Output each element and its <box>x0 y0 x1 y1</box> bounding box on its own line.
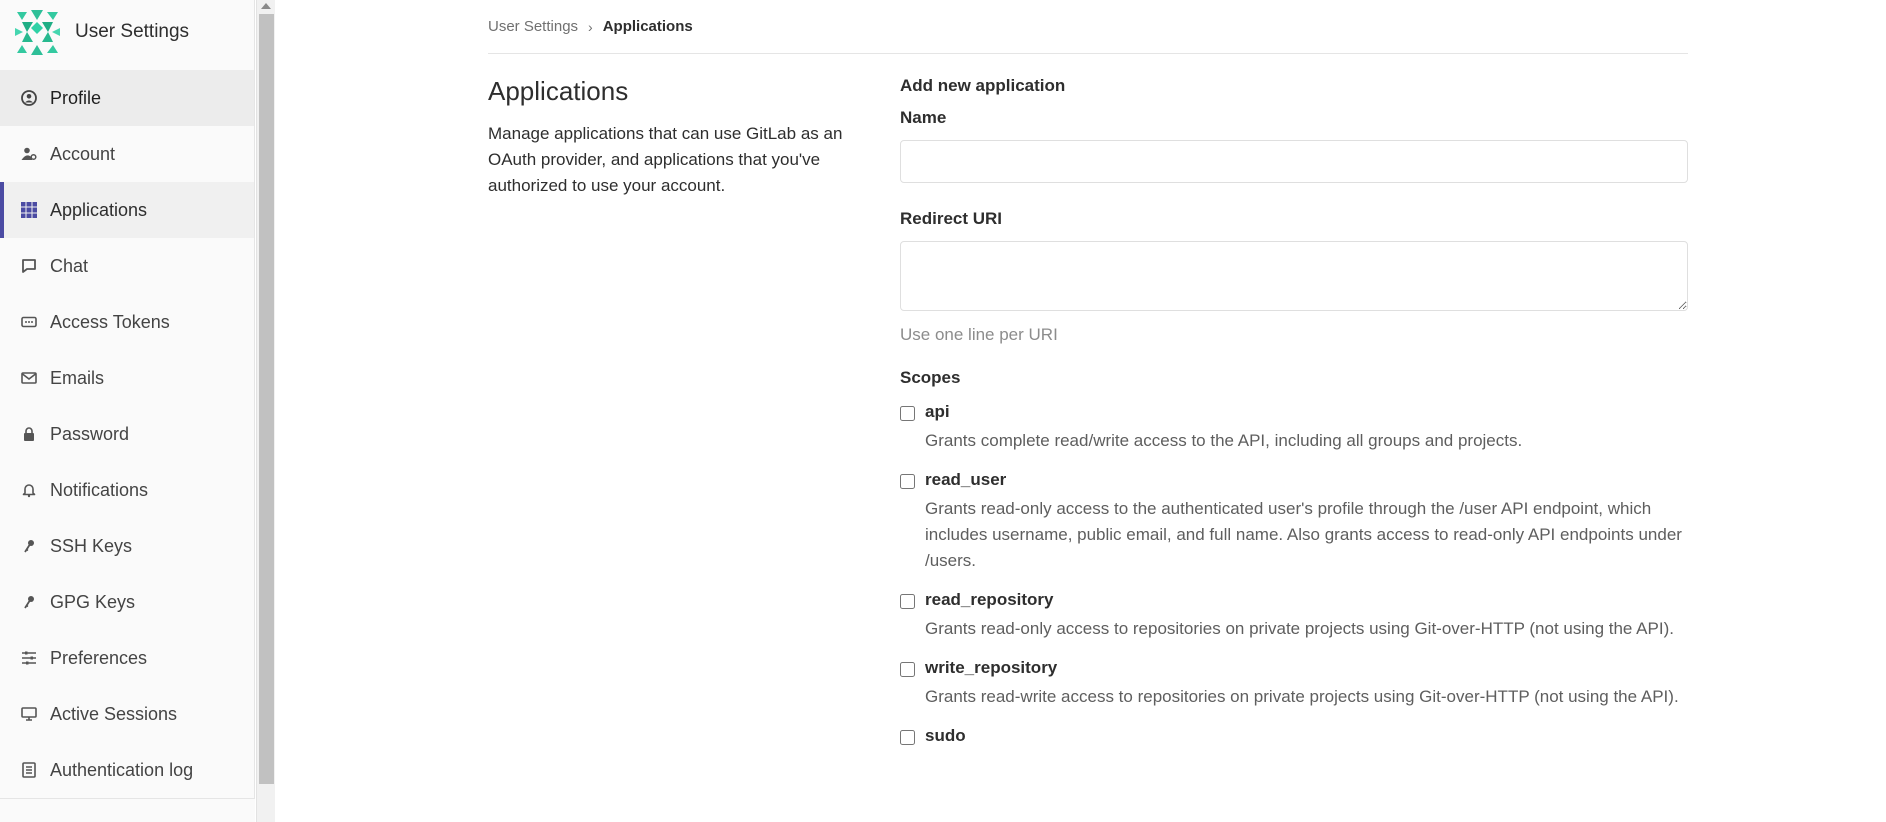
breadcrumb: User Settings › Applications <box>488 0 1688 54</box>
sidebar-title: User Settings <box>75 21 190 42</box>
breadcrumb-user-settings[interactable]: User Settings <box>488 18 578 35</box>
page-description: Manage applications that can use GitLab … <box>488 124 843 195</box>
scope-description: Grants read-only access to repositories … <box>925 619 1674 638</box>
access-tokens-icon <box>20 313 38 331</box>
scope-read-user: read_user Grants read-only access to the… <box>900 470 1688 574</box>
account-icon <box>20 145 38 163</box>
key-icon <box>20 537 38 555</box>
scope-write-repository-checkbox[interactable] <box>900 662 915 677</box>
applications-icon <box>20 201 38 219</box>
sidebar-item-ssh-keys[interactable]: SSH Keys <box>0 518 254 574</box>
scope-api: api Grants complete read/write access to… <box>900 402 1688 454</box>
sidebar-item-label: Access Tokens <box>50 311 170 332</box>
sidebar-item-label: Preferences <box>50 647 148 668</box>
sidebar-item-label: Active Sessions <box>50 703 178 724</box>
scope-read-user-checkbox[interactable] <box>900 474 915 489</box>
log-icon <box>20 761 38 779</box>
scopes-label: Scopes <box>900 368 961 387</box>
sidebar-item-label: GPG Keys <box>50 591 136 612</box>
scope-name: sudo <box>925 726 966 745</box>
sidebar-item-label: Applications <box>50 199 148 220</box>
breadcrumb-applications[interactable]: Applications <box>603 18 693 35</box>
scope-name: read_repository <box>925 590 1054 609</box>
breadcrumb-chevron-icon: › <box>588 18 593 35</box>
scope-sudo: sudo <box>900 726 1688 752</box>
chat-icon <box>20 257 38 275</box>
sidebar-item-label: Account <box>50 143 116 164</box>
profile-icon <box>20 89 38 107</box>
page-title: Applications <box>488 76 629 106</box>
name-input[interactable] <box>900 140 1688 183</box>
sidebar-item-profile[interactable]: Profile <box>0 70 254 126</box>
intro-section: Applications Manage applications that ca… <box>488 76 868 199</box>
sidebar-item-notifications[interactable]: Notifications <box>0 462 254 518</box>
main-content: User Settings › Applications Application… <box>488 0 1688 745</box>
scroll-up-arrow-icon[interactable] <box>261 3 271 9</box>
scope-sudo-checkbox[interactable] <box>900 730 915 745</box>
scope-read-repository-checkbox[interactable] <box>900 594 915 609</box>
scrollbar-thumb[interactable] <box>259 14 274 784</box>
new-application-form: Add new application Name Redirect URI Us… <box>900 76 1688 768</box>
sidebar-item-label: Notifications <box>50 479 149 500</box>
lock-icon <box>20 425 38 443</box>
scope-description: Grants read-only access to the authentic… <box>925 499 1682 570</box>
gitlab-logo-icon[interactable] <box>13 8 62 57</box>
scope-name: write_repository <box>925 658 1058 677</box>
redirect-uri-label: Redirect URI <box>900 209 1003 228</box>
email-icon <box>20 369 38 387</box>
redirect-uri-help: Use one line per URI <box>900 325 1058 344</box>
sidebar-scrollbar[interactable] <box>256 0 275 822</box>
sidebar-item-label: Authentication log <box>50 759 194 780</box>
scope-description: Grants read-write access to repositories… <box>925 687 1679 706</box>
sidebar-item-label: Profile <box>50 87 102 108</box>
sidebar: User Settings Profile Account Applicatio… <box>0 0 255 822</box>
scope-name: api <box>925 402 950 421</box>
name-label: Name <box>900 108 947 127</box>
scope-read-repository: read_repository Grants read-only access … <box>900 590 1688 642</box>
redirect-uri-input[interactable] <box>900 241 1688 311</box>
key-icon <box>20 593 38 611</box>
form-heading: Add new application <box>900 76 1066 95</box>
sidebar-item-gpg-keys[interactable]: GPG Keys <box>0 574 254 630</box>
sidebar-item-active-sessions[interactable]: Active Sessions <box>0 686 254 742</box>
scope-write-repository: write_repository Grants read-write acces… <box>900 658 1688 710</box>
preferences-icon <box>20 649 38 667</box>
monitor-icon <box>20 705 38 723</box>
scope-description: Grants complete read/write access to the… <box>925 431 1523 450</box>
sidebar-item-authentication-log[interactable]: Authentication log <box>0 742 254 798</box>
sidebar-footer <box>0 798 255 822</box>
sidebar-item-emails[interactable]: Emails <box>0 350 254 406</box>
sidebar-item-preferences[interactable]: Preferences <box>0 630 254 686</box>
sidebar-item-account[interactable]: Account <box>0 126 254 182</box>
sidebar-item-chat[interactable]: Chat <box>0 238 254 294</box>
sidebar-item-applications[interactable]: Applications <box>0 182 254 238</box>
sidebar-item-label: Password <box>50 423 130 444</box>
sidebar-item-label: Emails <box>50 367 105 388</box>
scope-api-checkbox[interactable] <box>900 406 915 421</box>
sidebar-item-password[interactable]: Password <box>0 406 254 462</box>
scope-name: read_user <box>925 470 1007 489</box>
bell-icon <box>20 481 38 499</box>
sidebar-nav: Profile Account Applications Chat Access… <box>0 70 254 798</box>
sidebar-header: User Settings <box>0 0 254 64</box>
sidebar-item-label: SSH Keys <box>50 535 133 556</box>
sidebar-item-label: Chat <box>50 255 89 276</box>
sidebar-item-access-tokens[interactable]: Access Tokens <box>0 294 254 350</box>
